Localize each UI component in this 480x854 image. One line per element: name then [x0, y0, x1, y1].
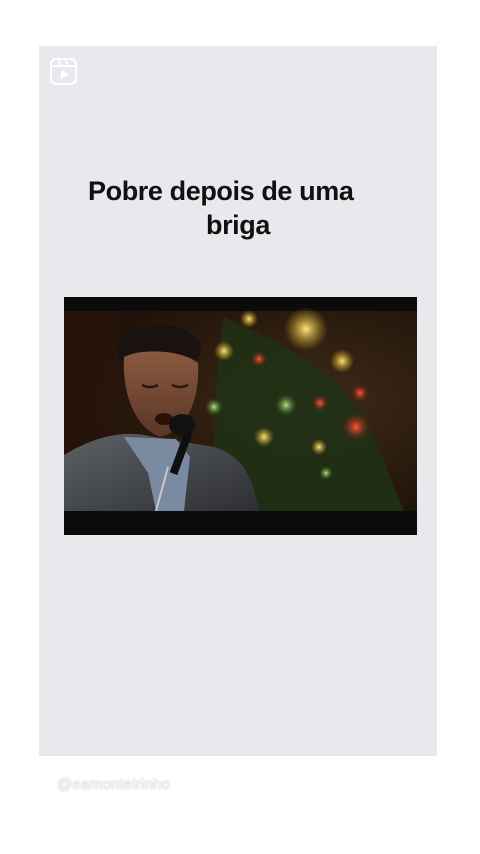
- meme-caption-line1: Pobre depois de uma: [88, 176, 354, 206]
- video-still-image: [64, 297, 417, 535]
- creator-watermark: @eamonteirinho: [57, 776, 171, 793]
- meme-caption: Pobre depois de uma briga: [39, 174, 437, 242]
- meme-caption-line2: briga: [205, 210, 270, 240]
- reel-icon: [50, 58, 77, 85]
- post-card: Pobre depois de uma briga: [39, 46, 437, 756]
- video-player[interactable]: [64, 297, 417, 535]
